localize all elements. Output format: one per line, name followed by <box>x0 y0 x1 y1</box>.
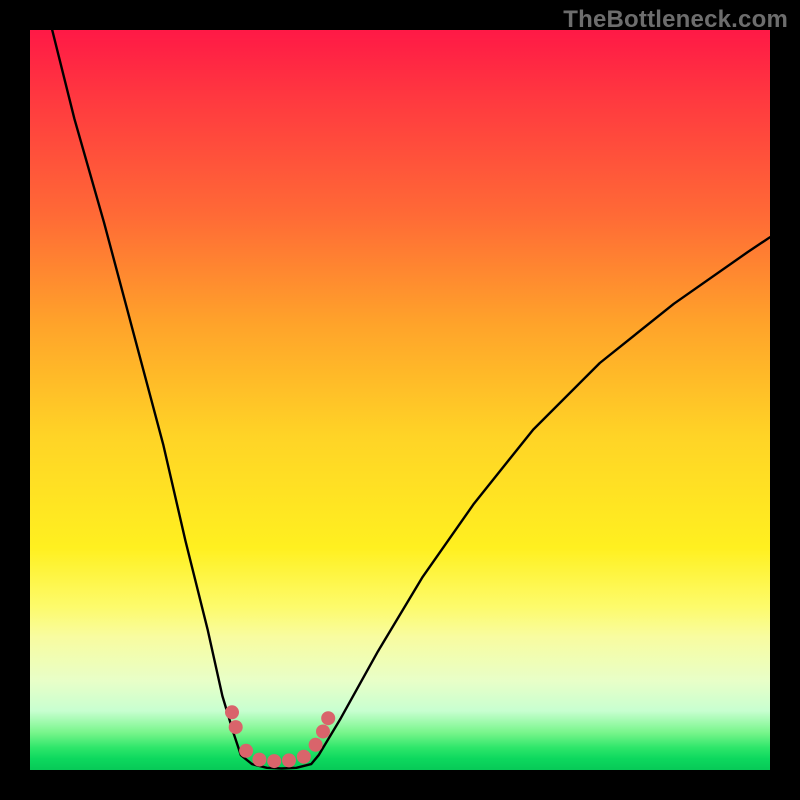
highlight-dot <box>252 753 266 767</box>
highlight-dot <box>239 744 253 758</box>
bottleneck-curve <box>52 30 770 769</box>
marker-layer <box>225 705 335 768</box>
highlight-dot <box>229 720 243 734</box>
curve-layer <box>52 30 770 769</box>
watermark-text: TheBottleneck.com <box>563 6 788 34</box>
highlight-dot <box>225 705 239 719</box>
highlight-dot <box>267 754 281 768</box>
highlight-dot <box>282 753 296 767</box>
highlight-dot <box>316 725 330 739</box>
chart-plot-area <box>30 30 770 770</box>
highlight-dot <box>297 750 311 764</box>
highlight-dot <box>309 738 323 752</box>
highlight-dot <box>321 711 335 725</box>
chart-svg <box>30 30 770 770</box>
